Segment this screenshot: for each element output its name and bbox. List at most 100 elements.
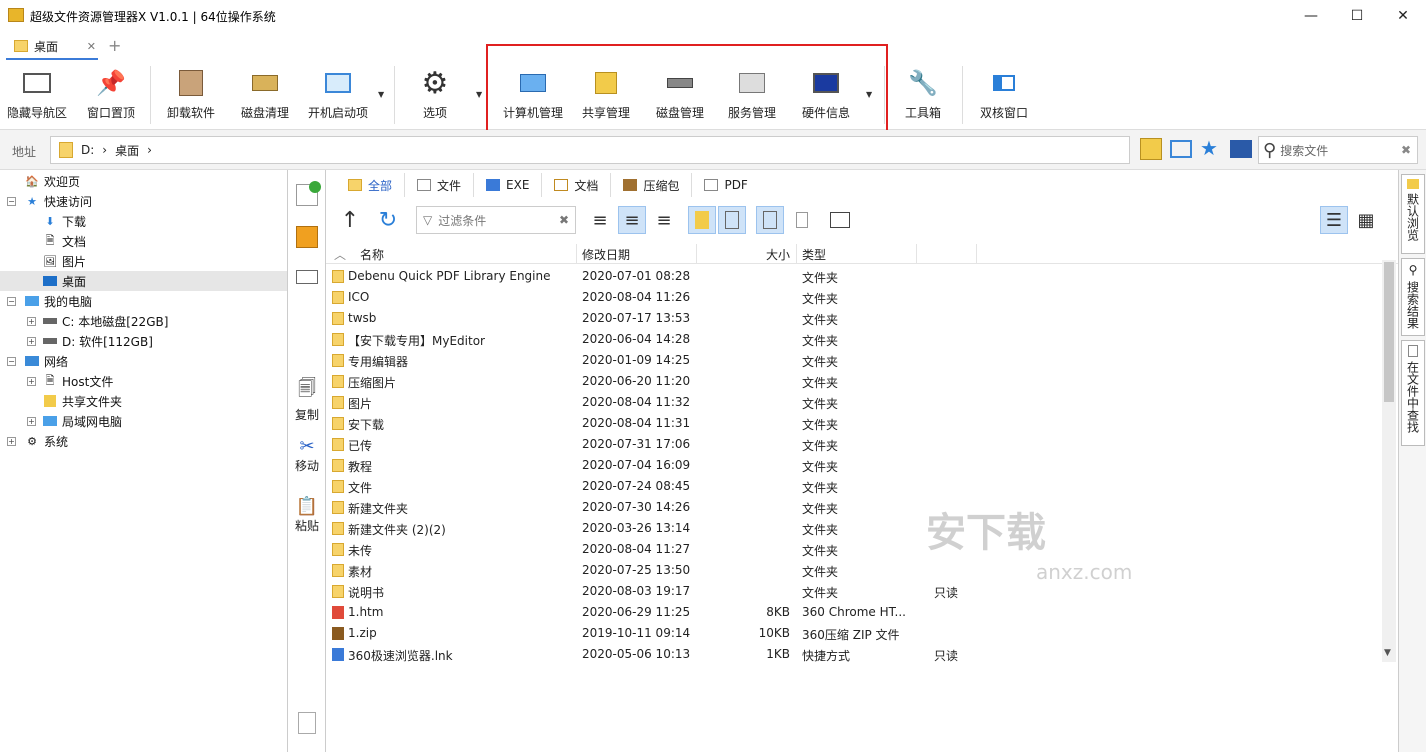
paste-button[interactable]: 📋 粘贴 [290, 496, 324, 534]
table-row[interactable]: 素材 2020-07-25 13:50 文件夹 [326, 560, 1386, 581]
minimize-button[interactable]: — [1288, 0, 1334, 32]
tab-exe[interactable]: EXE [474, 173, 543, 197]
tree-item-shared-folder[interactable]: 共享文件夹 [42, 391, 122, 411]
startup-items-button[interactable]: 开机启动项 [306, 64, 370, 126]
layout-icon[interactable] [1170, 140, 1192, 158]
breadcrumb-drive[interactable]: D: [81, 143, 94, 157]
expand-icon[interactable]: + [27, 317, 36, 326]
detail-view-icon[interactable] [718, 206, 746, 234]
disk-clean-button[interactable]: 磁盘清理 [238, 64, 292, 126]
expand-icon[interactable]: + [27, 417, 36, 426]
list-view-icon[interactable]: ☰ [1320, 206, 1348, 234]
column-divider[interactable] [916, 244, 917, 264]
table-row[interactable]: 新建文件夹 2020-07-30 14:26 文件夹 [326, 497, 1386, 518]
table-row[interactable]: Debenu Quick PDF Library Engine 2020-07-0… [326, 266, 1386, 287]
tree-item-lan-pc[interactable]: 局域网电脑 [42, 411, 122, 431]
column-divider[interactable] [696, 244, 697, 264]
tree-item-drive-c[interactable]: C: 本地磁盘[22GB] [42, 311, 168, 331]
column-divider[interactable] [576, 244, 577, 264]
column-type[interactable]: 类型 [802, 246, 826, 263]
collapse-icon[interactable]: − [7, 357, 16, 366]
tab-documents[interactable]: 文档 [542, 173, 612, 197]
tree-item-quick-access[interactable]: ★ 快速访问 [24, 191, 92, 211]
column-divider[interactable] [796, 244, 797, 264]
tab-pdf[interactable]: PDF [692, 173, 759, 197]
up-folder-icon[interactable] [1140, 138, 1162, 160]
uninstall-button[interactable]: 卸载软件 [164, 64, 218, 126]
preview-icon[interactable] [756, 206, 784, 234]
close-button[interactable]: ✕ [1380, 0, 1426, 32]
expand-icon[interactable]: + [7, 437, 16, 446]
align-left-icon[interactable]: ≡ [586, 206, 614, 234]
table-row[interactable]: 【安下载专用】MyEditor 2020-06-04 14:28 文件夹 [326, 329, 1386, 350]
tree-item-documents[interactable]: 🗎 文档 [42, 231, 86, 251]
move-button[interactable]: ✂ 移动 [290, 436, 324, 474]
tab-search-results[interactable]: ⚲ 搜索结果 [1401, 258, 1425, 336]
tree-item-my-computer[interactable]: 我的电脑 [24, 291, 92, 311]
blank-page-icon[interactable] [788, 206, 816, 234]
tree-item-host-files[interactable]: 🗎 Host文件 [42, 371, 114, 391]
tree-item-drive-d[interactable]: D: 软件[112GB] [42, 331, 153, 351]
table-row[interactable]: 360极速浏览器.lnk 2020-05-06 10:13 快捷方式 只读 1KB [326, 644, 1386, 665]
options-dropdown-icon[interactable]: ▼ [476, 90, 482, 99]
pages-icon[interactable] [298, 712, 316, 734]
filter-input[interactable]: ▽ 过滤条件 ✖ [416, 206, 576, 234]
tree-item-desktop[interactable]: 桌面 [0, 271, 287, 291]
tab-find-in-files[interactable]: 在文件中查找 [1401, 340, 1425, 446]
folder-view-icon[interactable] [688, 206, 716, 234]
terminal-icon[interactable] [1230, 140, 1252, 158]
column-size[interactable]: 大小 [766, 246, 790, 263]
scroll-down-icon[interactable]: ▼ [1384, 648, 1391, 658]
new-tab-button[interactable]: + [108, 36, 121, 55]
table-row[interactable]: 安下载 2020-08-04 11:31 文件夹 [326, 413, 1386, 434]
hide-nav-button[interactable]: 隐藏导航区 [6, 64, 68, 126]
column-modified[interactable]: 修改日期 [582, 246, 630, 263]
star-icon[interactable]: ★ [1200, 136, 1218, 160]
address-input[interactable]: D: › 桌面 › [50, 136, 1130, 164]
table-row[interactable]: 1.zip 2019-10-11 09:14 360压缩 ZIP 文件 10KB [326, 623, 1386, 644]
sort-asc-icon[interactable]: ︿ [334, 246, 346, 263]
tab-desktop[interactable]: 桌面 ✕ [6, 34, 98, 60]
copy-button[interactable]: 🗐 复制 [290, 376, 324, 423]
tree-item-downloads[interactable]: ⬇ 下载 [42, 211, 86, 231]
open-external-icon[interactable] [826, 206, 854, 234]
tab-files[interactable]: 文件 [405, 173, 475, 197]
breadcrumb-desktop[interactable]: 桌面 [115, 142, 139, 159]
clear-search-icon[interactable]: ✖ [1401, 143, 1411, 157]
expand-icon[interactable]: + [27, 377, 36, 386]
up-arrow-icon[interactable]: ↑ [336, 206, 364, 234]
clear-filter-icon[interactable]: ✖ [559, 213, 569, 227]
options-button[interactable]: ⚙ 选项 [408, 64, 462, 126]
table-row[interactable]: 未传 2020-08-04 11:27 文件夹 [326, 539, 1386, 560]
tab-archives[interactable]: 压缩包 [611, 173, 693, 197]
search-input[interactable]: ⚲ 搜索文件 ✖ [1258, 136, 1418, 164]
align-right-icon[interactable]: ≡ [650, 206, 678, 234]
table-row[interactable]: 新建文件夹 (2)(2) 2020-03-26 13:14 文件夹 [326, 518, 1386, 539]
table-row[interactable]: twsb 2020-07-17 13:53 文件夹 [326, 308, 1386, 329]
tree-item-system[interactable]: ⚙ 系统 [24, 431, 68, 451]
tree-item-pictures[interactable]: 🖼 图片 [42, 251, 86, 271]
new-folder-icon[interactable] [296, 226, 318, 248]
dual-window-button[interactable]: 双核窗口 [976, 64, 1032, 126]
tab-close-icon[interactable]: ✕ [87, 40, 96, 53]
tab-default-browse[interactable]: 默认浏览 [1401, 174, 1425, 254]
table-row[interactable]: ICO 2020-08-04 11:26 文件夹 [326, 287, 1386, 308]
maximize-button[interactable]: ☐ [1334, 0, 1380, 32]
rename-icon[interactable] [296, 270, 318, 284]
column-divider[interactable] [976, 244, 977, 264]
table-row[interactable]: 文件 2020-07-24 08:45 文件夹 [326, 476, 1386, 497]
tree-item-network[interactable]: 网络 [24, 351, 68, 371]
table-row[interactable]: 教程 2020-07-04 16:09 文件夹 [326, 455, 1386, 476]
table-row[interactable]: 压缩图片 2020-06-20 11:20 文件夹 [326, 371, 1386, 392]
toolbox-button[interactable]: 🔧 工具箱 [896, 64, 950, 126]
collapse-icon[interactable]: − [7, 297, 16, 306]
tab-all[interactable]: 全部 [336, 173, 406, 197]
collapse-icon[interactable]: − [7, 197, 16, 206]
scrollbar-thumb[interactable] [1384, 262, 1394, 402]
tree-item-welcome[interactable]: 🏠 欢迎页 [24, 171, 80, 191]
new-file-icon[interactable] [296, 181, 321, 206]
table-row[interactable]: 1.htm 2020-06-29 11:25 360 Chrome HT... 8KB [326, 602, 1386, 623]
table-row[interactable]: 图片 2020-08-04 11:32 文件夹 [326, 392, 1386, 413]
column-name[interactable]: 名称 [360, 246, 384, 263]
table-row[interactable]: 说明书 2020-08-03 19:17 文件夹 只读 [326, 581, 1386, 602]
